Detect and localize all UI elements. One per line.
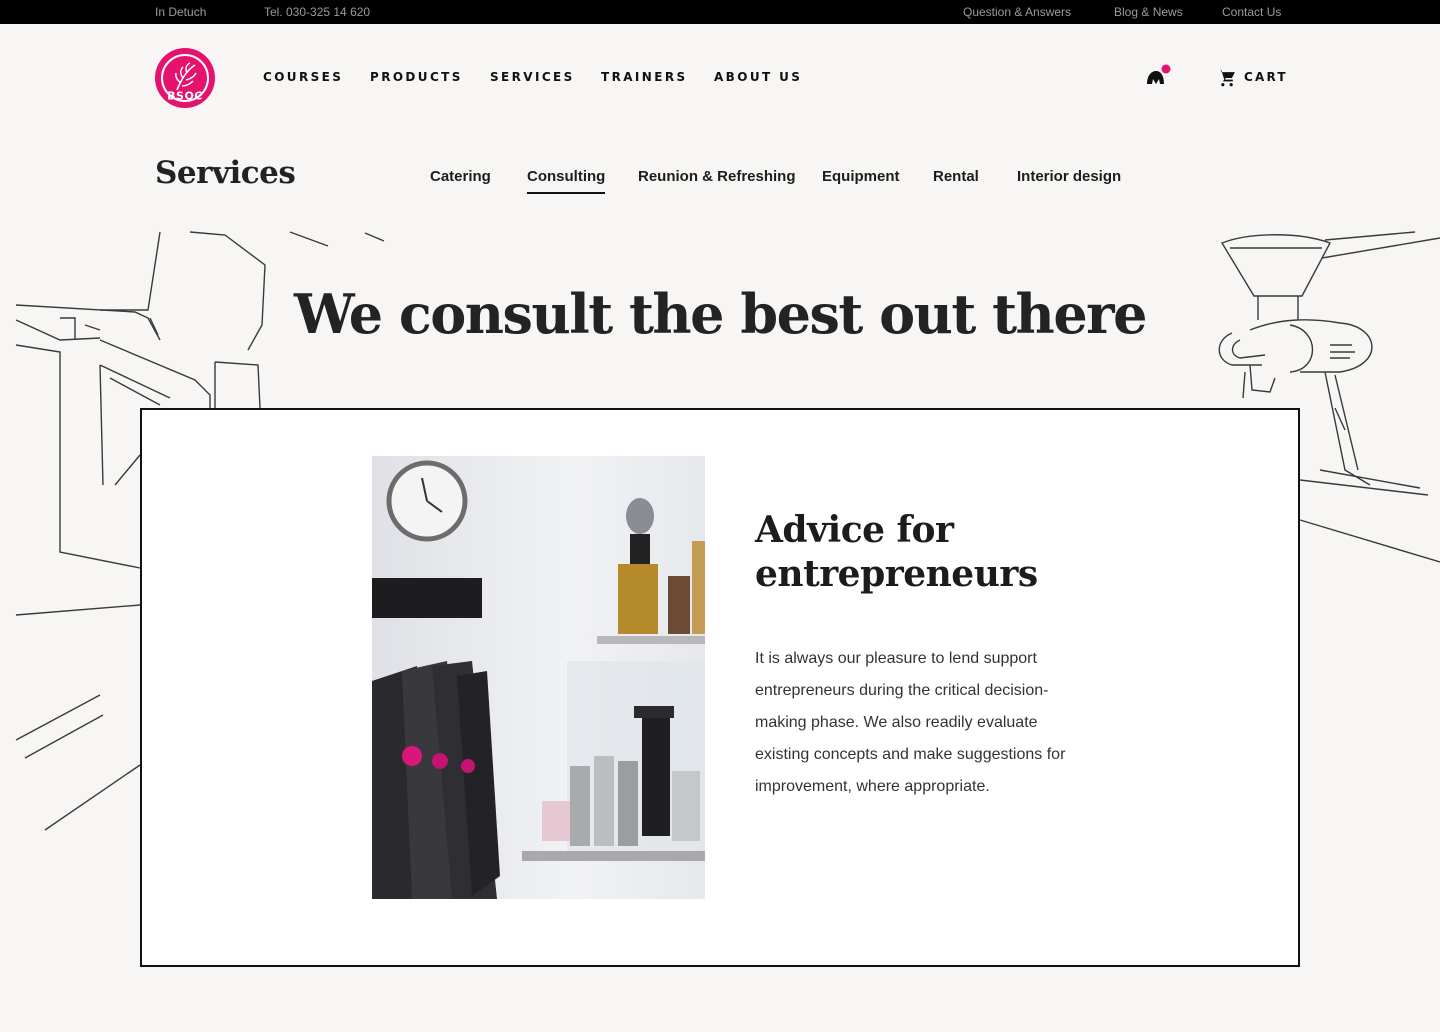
nav-courses[interactable]: COURSES xyxy=(263,70,343,84)
notification-dot xyxy=(1161,64,1171,74)
top-bar: In Detuch Tel. 030-325 14 620 Question &… xyxy=(0,0,1440,24)
tab-equipment[interactable]: Equipment xyxy=(822,168,900,185)
page-title: Services xyxy=(155,155,296,191)
contact-link[interactable]: Contact Us xyxy=(1222,5,1281,19)
account-icon[interactable] xyxy=(1145,64,1173,88)
card-title: Advice for entrepreneurs xyxy=(755,509,1038,595)
card-text: It is always our pleasure to lend suppor… xyxy=(755,650,1066,795)
tab-rental[interactable]: Rental xyxy=(933,168,979,185)
logo-text: BSOC xyxy=(167,89,203,103)
tab-consulting[interactable]: Consulting xyxy=(527,168,606,194)
hero-title: We consult the best out there xyxy=(294,282,1147,346)
nav-trainers[interactable]: TRAINERS xyxy=(601,70,688,84)
nav-products[interactable]: PRODUCTS xyxy=(370,70,463,84)
cart-icon xyxy=(1217,69,1235,87)
tab-catering[interactable]: Catering xyxy=(430,168,491,185)
cart-label: CART xyxy=(1244,70,1288,84)
blog-news-link[interactable]: Blog & News xyxy=(1114,5,1183,19)
service-photo xyxy=(372,456,705,899)
service-card: Advice for entrepreneurs It is always ou… xyxy=(140,408,1300,967)
tab-reunion-refreshing[interactable]: Reunion & Refreshing xyxy=(638,168,796,185)
logo[interactable]: BSOC xyxy=(155,48,215,108)
nav-about-us[interactable]: ABOUT US xyxy=(714,70,802,84)
qa-link[interactable]: Question & Answers xyxy=(963,5,1071,19)
tab-interior-design[interactable]: Interior design xyxy=(1017,168,1121,185)
language-switch[interactable]: In Detuch xyxy=(155,5,206,19)
nav-services[interactable]: SERVICES xyxy=(490,70,575,84)
phone-number[interactable]: Tel. 030-325 14 620 xyxy=(264,5,370,19)
